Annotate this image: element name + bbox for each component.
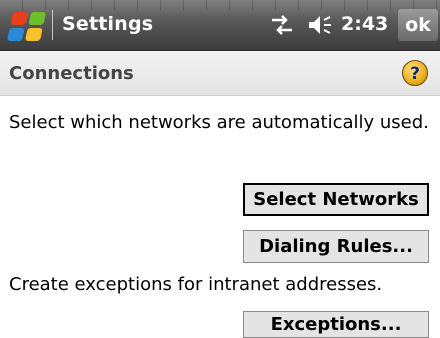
clock[interactable]: 2:43	[341, 13, 388, 35]
volume-icon[interactable]	[307, 13, 333, 37]
ok-button[interactable]: ok	[398, 9, 438, 41]
start-flag-icon[interactable]	[4, 8, 50, 42]
window-title: Settings	[62, 13, 154, 35]
title-bar: Settings 2:43 ok	[0, 0, 440, 51]
page-header: Connections ?	[0, 51, 440, 96]
exceptions-button[interactable]: Exceptions...	[243, 311, 429, 338]
svg-text:?: ?	[410, 64, 420, 84]
dialing-rules-button[interactable]: Dialing Rules...	[243, 230, 429, 263]
help-question-icon[interactable]: ?	[401, 59, 429, 87]
title-separator	[52, 10, 53, 40]
page-title: Connections	[9, 63, 134, 84]
exceptions-description: Create exceptions for intranet addresses…	[9, 274, 383, 295]
networks-description: Select which networks are automatically …	[9, 112, 429, 133]
select-networks-button[interactable]: Select Networks	[243, 183, 429, 216]
connectivity-icon[interactable]	[270, 14, 294, 36]
